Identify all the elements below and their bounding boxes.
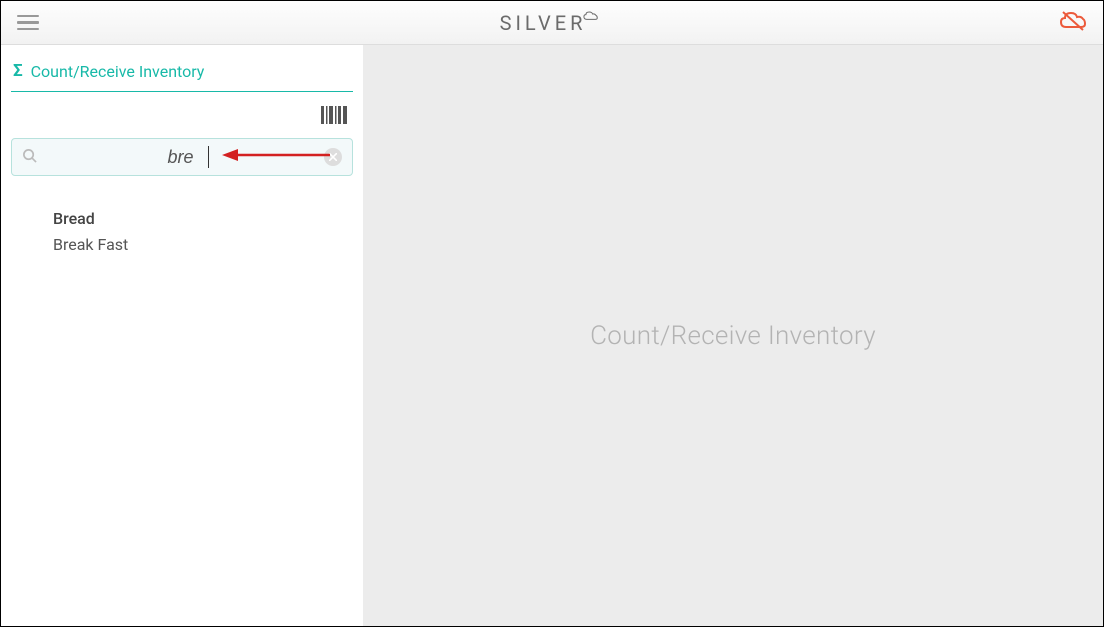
cloud-icon — [582, 3, 598, 27]
brand-logo: SILVER — [500, 11, 605, 35]
app-header: SILVER — [1, 1, 1103, 45]
list-item[interactable]: Bread — [53, 206, 343, 232]
search-results: Bread Break Fast — [11, 176, 353, 257]
clear-search-icon[interactable] — [324, 148, 342, 166]
section-title-text: Count/Receive Inventory — [31, 62, 205, 81]
search-container — [11, 138, 353, 176]
search-icon — [22, 148, 37, 167]
list-item[interactable]: Break Fast — [53, 232, 343, 258]
content-placeholder: Count/Receive Inventory — [590, 321, 876, 351]
sidebar: Σ Count/Receive Inventory — [1, 45, 363, 626]
brand-text: SILVER — [500, 11, 587, 35]
sigma-icon: Σ — [13, 61, 23, 81]
section-header: Σ Count/Receive Inventory — [11, 59, 353, 92]
text-cursor — [208, 146, 209, 168]
content-area: Count/Receive Inventory — [363, 45, 1103, 626]
barcode-icon[interactable] — [321, 106, 347, 128]
cloud-offline-icon[interactable] — [1059, 10, 1087, 36]
search-input[interactable] — [45, 147, 316, 168]
main-area: Σ Count/Receive Inventory — [1, 45, 1103, 626]
sidebar-toolbar — [11, 92, 353, 138]
menu-icon[interactable] — [17, 15, 39, 31]
